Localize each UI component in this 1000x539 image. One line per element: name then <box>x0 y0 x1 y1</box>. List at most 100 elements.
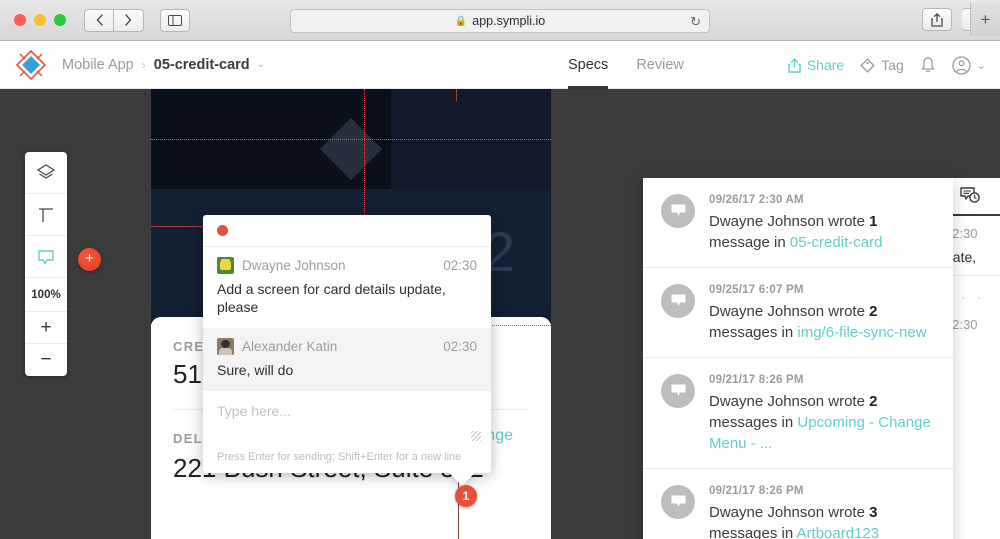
notification-link[interactable]: Artboard123 <box>797 525 880 539</box>
tool-layers[interactable] <box>25 152 67 194</box>
zoom-out-button[interactable]: − <box>25 344 67 376</box>
notification-timestamp: 09/26/17 2:30 AM <box>709 194 804 206</box>
chat-message-header: Alexander Katin 02:30 <box>217 338 477 355</box>
app-root: 🔒 app.sympli.io ↻ + Mobile App › 05-cred… <box>0 0 1000 539</box>
address-bar[interactable]: 🔒 app.sympli.io ↻ <box>290 9 710 33</box>
sidebar-toggle-icon <box>168 14 182 26</box>
breadcrumb: Mobile App › 05-credit-card ⌄ <box>62 57 265 73</box>
account-menu-button[interactable]: ⌄ <box>952 55 986 75</box>
canvas-toolbar: 100% + − <box>25 152 67 376</box>
tool-comment[interactable] <box>25 236 67 278</box>
notification-body: 09/26/17 2:30 AM Dwayne Johnson wrote 1 … <box>709 194 935 253</box>
notification-text: Dwayne Johnson wrote 2 messages in Upcom… <box>709 391 935 454</box>
forward-button[interactable] <box>114 8 144 32</box>
chevron-left-icon <box>96 14 103 26</box>
notification-count: 3 <box>869 504 878 521</box>
chat-message: Dwayne Johnson 02:30 Add a screen for ca… <box>203 247 491 328</box>
comment-pin-indicator[interactable] <box>217 225 228 236</box>
breadcrumb-current[interactable]: 05-credit-card <box>154 57 250 73</box>
avatar-dwayne-johnson <box>217 257 234 274</box>
tab-review[interactable]: Review <box>636 41 684 89</box>
share-button[interactable]: Share <box>788 57 844 73</box>
notification-item[interactable]: 09/25/17 6:07 PM Dwayne Johnson wrote 2 … <box>643 268 953 358</box>
chat-input-placeholder: Type here... <box>217 403 291 419</box>
reload-icon[interactable]: ↻ <box>690 14 701 30</box>
comment-bubble-icon <box>661 374 695 408</box>
comment-bubble-icon <box>661 485 695 519</box>
notification-count: 2 <box>869 393 878 410</box>
notification-body: 09/21/17 8:26 PM Dwayne Johnson wrote 3 … <box>709 485 935 539</box>
browser-toolbar: 🔒 app.sympli.io ↻ + <box>0 0 1000 41</box>
breadcrumb-separator: › <box>141 57 146 72</box>
breadcrumb-root[interactable]: Mobile App <box>62 57 134 73</box>
chevron-right-icon <box>125 14 132 26</box>
comment-thread-popup: Dwayne Johnson 02:30 Add a screen for ca… <box>203 215 491 486</box>
header-actions: Share Tag ⌄ <box>788 41 986 89</box>
chat-message-header: Dwayne Johnson 02:30 <box>217 257 477 274</box>
browser-share-button[interactable] <box>922 8 952 31</box>
chat-input-area[interactable]: Type here... <box>203 391 491 443</box>
design-canvas[interactable]: 2 CREDIT CARD 519 DELIVERY ADDRESS 221 B… <box>0 89 1000 539</box>
notification-text: Dwayne Johnson wrote 3 messages in Artbo… <box>709 502 935 539</box>
comment-thread-header <box>203 215 491 247</box>
notification-timestamp: 09/25/17 6:07 PM <box>709 284 804 296</box>
chat-message-text: Sure, will do <box>217 362 294 378</box>
add-comment-pin-button[interactable]: + <box>78 248 101 271</box>
notification-count: 1 <box>869 213 878 230</box>
maximize-window-button[interactable] <box>54 14 66 26</box>
notification-middle: messages in <box>709 525 797 539</box>
comment-bubble-icon <box>661 194 695 228</box>
close-window-button[interactable] <box>14 14 26 26</box>
notification-body: 09/21/17 8:26 PM Dwayne Johnson wrote 2 … <box>709 374 935 454</box>
chat-author-name: Alexander Katin <box>242 339 338 354</box>
share-icon <box>788 57 801 73</box>
layers-icon <box>36 163 56 179</box>
resize-grip-icon[interactable] <box>471 431 481 441</box>
notification-timestamp: 09/21/17 8:26 PM <box>709 374 804 386</box>
chat-author-name: Dwayne Johnson <box>242 258 346 273</box>
account-circle-icon <box>952 55 971 75</box>
tab-specs[interactable]: Specs <box>568 41 609 89</box>
minimize-window-button[interactable] <box>34 14 46 26</box>
browser-nav-buttons <box>84 8 144 32</box>
lock-icon: 🔒 <box>454 15 468 27</box>
notification-link[interactable]: img/6-file-sync-new <box>797 324 926 341</box>
comment-bubble-icon <box>661 284 695 318</box>
notifications-dropdown[interactable]: 09/26/17 2:30 AM Dwayne Johnson wrote 1 … <box>643 178 953 539</box>
comment-bubble-icon <box>38 249 54 264</box>
notification-prefix: Dwayne Johnson wrote <box>709 504 870 521</box>
notification-item[interactable]: 09/21/17 8:26 PM Dwayne Johnson wrote 3 … <box>643 469 953 539</box>
address-bar-url: app.sympli.io <box>472 14 546 28</box>
tag-button[interactable]: Tag <box>860 57 904 73</box>
chat-input-hint: Press Enter for sending; Shift+Enter for… <box>217 451 462 463</box>
zoom-in-button[interactable]: + <box>25 312 67 344</box>
notification-item[interactable]: 09/21/17 8:26 PM Dwayne Johnson wrote 2 … <box>643 358 953 469</box>
new-tab-button[interactable]: + <box>970 3 1000 36</box>
zoom-level-label: 100% <box>25 278 67 312</box>
bell-icon <box>920 56 936 74</box>
window-traffic-lights <box>14 14 66 26</box>
notification-timestamp: 09/21/17 8:26 PM <box>709 485 804 497</box>
back-button[interactable] <box>84 8 114 32</box>
sympli-logo[interactable] <box>15 49 47 80</box>
change-comment-badge[interactable]: 1 <box>455 485 477 507</box>
comment-history-icon <box>959 187 980 203</box>
notifications-button[interactable] <box>920 56 936 74</box>
share-icon <box>931 12 943 27</box>
avatar-alexander-katin <box>217 338 234 355</box>
notification-item[interactable]: 09/26/17 2:30 AM Dwayne Johnson wrote 1 … <box>643 178 953 268</box>
chat-timestamp: 02:30 <box>443 339 477 354</box>
chevron-down-icon[interactable]: ⌄ <box>257 59 265 70</box>
notification-prefix: Dwayne Johnson wrote <box>709 213 870 230</box>
tool-measure[interactable] <box>25 194 67 236</box>
chat-timestamp: 02:30 <box>443 258 477 273</box>
tag-label: Tag <box>881 57 904 73</box>
notification-prefix: Dwayne Johnson wrote <box>709 393 870 410</box>
chat-message: Alexander Katin 02:30 Sure, will do <box>203 328 491 391</box>
notification-text: Dwayne Johnson wrote 2 messages in img/6… <box>709 301 935 343</box>
notification-middle: messages in <box>709 324 798 341</box>
sidebar-toggle-button[interactable] <box>160 8 190 32</box>
account-caret-icon: ⌄ <box>976 59 986 72</box>
notification-link[interactable]: 05-credit-card <box>790 234 883 251</box>
app-header: Mobile App › 05-credit-card ⌄ Specs Revi… <box>0 41 1000 89</box>
